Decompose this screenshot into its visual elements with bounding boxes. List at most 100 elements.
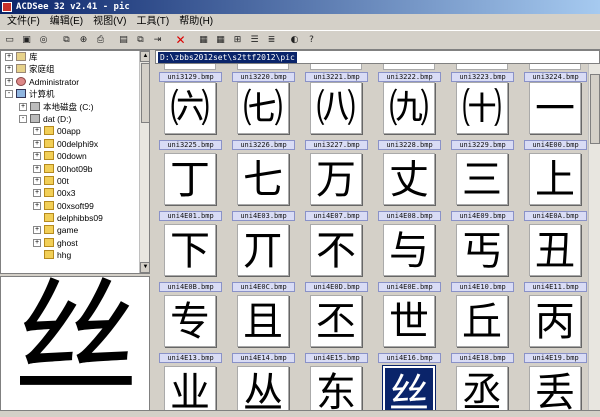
save-icon[interactable]: ▣	[19, 33, 34, 48]
expand-icon[interactable]: +	[33, 226, 41, 235]
tree-item[interactable]: + 本地磁盘 (C:)	[1, 101, 149, 113]
tree-item[interactable]: + 家庭组	[1, 63, 149, 75]
scroll-up-arrow-icon[interactable]: ▲	[140, 51, 149, 62]
thumbnail-image[interactable]: 丁	[164, 153, 216, 205]
copy-icon[interactable]: ⧉	[59, 33, 74, 48]
collapse-icon[interactable]: -	[5, 90, 13, 99]
thumbnail-item[interactable]: 丘 uni4E18.bmp	[449, 295, 516, 366]
thumbnail-item[interactable]: 专 uni4E13.bmp	[157, 295, 224, 366]
thumbnail-item[interactable]: 七 uni4E03.bmp	[230, 153, 297, 224]
tree-item[interactable]: + 库	[1, 51, 149, 63]
view-image-icon[interactable]: ◐	[287, 33, 302, 48]
view-icon[interactable]: ▤	[116, 33, 131, 48]
list-icon[interactable]: ≣	[264, 33, 279, 48]
thumbnail-item[interactable]: 丕 uni4E15.bmp	[303, 295, 370, 366]
help-icon[interactable]: ?	[304, 33, 319, 48]
thumbnail-item[interactable]: 世 uni4E16.bmp	[376, 295, 443, 366]
tree-item[interactable]: + ghost	[1, 237, 149, 249]
find-icon[interactable]: ◎	[36, 33, 51, 48]
tree-item[interactable]: + Administrator	[1, 76, 149, 88]
thumbnail-item[interactable]: 且 uni4E14.bmp	[230, 295, 297, 366]
thumbnail-item[interactable]: 丈 uni4E08.bmp	[376, 153, 443, 224]
thumbnail-item[interactable]: 下 uni4E0B.bmp	[157, 224, 224, 295]
expand-icon[interactable]: +	[33, 189, 41, 198]
thumbnail-item[interactable]: ㈦ uni3226.bmp	[230, 82, 297, 153]
thumbnail-image[interactable]: 与	[383, 224, 435, 276]
thumbnail-image[interactable]: ㈨	[383, 82, 435, 134]
tree-icon[interactable]: ⊞	[230, 33, 245, 48]
thumbnail-item[interactable]: 与 uni4E0E.bmp	[376, 224, 443, 295]
thumbnail-item[interactable]: ㈧ uni3227.bmp	[303, 82, 370, 153]
thumbnail-image[interactable]: 丘	[456, 295, 508, 347]
menu-file[interactable]: 文件(F)	[2, 14, 45, 30]
expand-icon[interactable]: +	[33, 164, 41, 173]
tree-item[interactable]: - dat (D:)	[1, 113, 149, 125]
move-to-icon[interactable]: ⇥	[150, 33, 165, 48]
thumbnail-item[interactable]: 一 uni4E00.bmp	[522, 82, 589, 153]
thumbnail-item[interactable]: 丑 uni4E11.bmp	[522, 224, 589, 295]
scroll-down-arrow-icon[interactable]: ▼	[140, 262, 149, 273]
expand-icon[interactable]: +	[5, 53, 13, 61]
thumbnail-image[interactable]: 且	[237, 295, 289, 347]
view-mode-icon[interactable]: ▦	[196, 33, 211, 48]
tree-item[interactable]: +00xsoft99	[1, 200, 149, 212]
tree-item[interactable]: +00hot09b	[1, 163, 149, 175]
thumbnail-image[interactable]: 丈	[383, 153, 435, 205]
thumbnail-item[interactable]: 丁 uni4E01.bmp	[157, 153, 224, 224]
thumbnail-item[interactable]: ㈩ uni3229.bmp	[449, 82, 516, 153]
print-icon[interactable]: ⎙	[93, 33, 108, 48]
address-bar[interactable]: D:\zbbs2012set\s2ttf2012\pic	[155, 50, 600, 64]
expand-icon[interactable]: +	[33, 139, 41, 148]
tree-item[interactable]: - 计算机	[1, 88, 149, 100]
copy-to-icon[interactable]: ⧉	[133, 33, 148, 48]
thumbnail-image[interactable]: 世	[383, 295, 435, 347]
delete-icon[interactable]: ✕	[173, 33, 188, 48]
expand-icon[interactable]: +	[33, 238, 41, 247]
folder-tree[interactable]: + 库 + 家庭组 + Administrator - 计算机 + 本地磁盘 (C:) - dat (…	[0, 50, 150, 274]
thumbnail-image[interactable]: 丕	[310, 295, 362, 347]
thumbnail-image[interactable]: 专	[164, 295, 216, 347]
expand-icon[interactable]: +	[33, 152, 41, 161]
menu-edit[interactable]: 编辑(E)	[45, 14, 88, 30]
thumbnail-scrollbar[interactable]	[588, 64, 600, 417]
thumbnail-item[interactable]: 不 uni4E0D.bmp	[303, 224, 370, 295]
thumbnail-image[interactable]: ㈩	[456, 82, 508, 134]
tree-item[interactable]: +00delphi9x	[1, 138, 149, 150]
thumbnail-item[interactable]: ㈥ uni3225.bmp	[157, 82, 224, 153]
address-text[interactable]: D:\zbbs2012set\s2ttf2012\pic	[158, 52, 297, 63]
thumbnail-image[interactable]: 万	[310, 153, 362, 205]
open-folder-icon[interactable]: ▭	[2, 33, 17, 48]
thumbnail-item[interactable]: 上 uni4E0A.bmp	[522, 153, 589, 224]
details-icon[interactable]: ☰	[247, 33, 262, 48]
thumbnail-image[interactable]: ㈦	[237, 82, 289, 134]
thumbnail-image[interactable]: 三	[456, 153, 508, 205]
thumbnail-item[interactable]: 丙 uni4E19.bmp	[522, 295, 589, 366]
menu-tools[interactable]: 工具(T)	[131, 14, 174, 30]
thumbnail-scroll-thumb[interactable]	[590, 74, 600, 144]
expand-icon[interactable]: +	[5, 65, 13, 74]
zoom-icon[interactable]: ⊕	[76, 33, 91, 48]
collapse-icon[interactable]: -	[19, 114, 27, 123]
thumbnail-grid[interactable]: uni3129.bmp uni3220.bmp uni3221.bmp uni3222…	[155, 64, 600, 417]
thumbnail-image[interactable]: 下	[164, 224, 216, 276]
thumbnail-image[interactable]: 丑	[529, 224, 581, 276]
thumbnail-image[interactable]: 七	[237, 153, 289, 205]
expand-icon[interactable]: +	[19, 102, 27, 111]
thumbnail-item[interactable]: 万 uni4E07.bmp	[303, 153, 370, 224]
thumbnail-image[interactable]: 丐	[456, 224, 508, 276]
expand-icon[interactable]: +	[33, 176, 41, 185]
thumbnail-item[interactable]: 丌 uni4E0C.bmp	[230, 224, 297, 295]
thumbnail-image[interactable]: 不	[310, 224, 362, 276]
menu-view[interactable]: 视图(V)	[88, 14, 131, 30]
menu-help[interactable]: 帮助(H)	[174, 14, 218, 30]
thumbnails-icon[interactable]: ▦	[213, 33, 228, 48]
thumbnail-image[interactable]: 丙	[529, 295, 581, 347]
thumbnail-image[interactable]: 丌	[237, 224, 289, 276]
expand-icon[interactable]: +	[5, 77, 13, 86]
thumbnail-item[interactable]: ㈨ uni3228.bmp	[376, 82, 443, 153]
tree-item[interactable]: delphibbs09	[1, 212, 149, 224]
thumbnail-image[interactable]: 上	[529, 153, 581, 205]
tree-item[interactable]: +00app	[1, 125, 149, 137]
tree-item[interactable]: +00t	[1, 175, 149, 187]
tree-item[interactable]: + game	[1, 224, 149, 236]
